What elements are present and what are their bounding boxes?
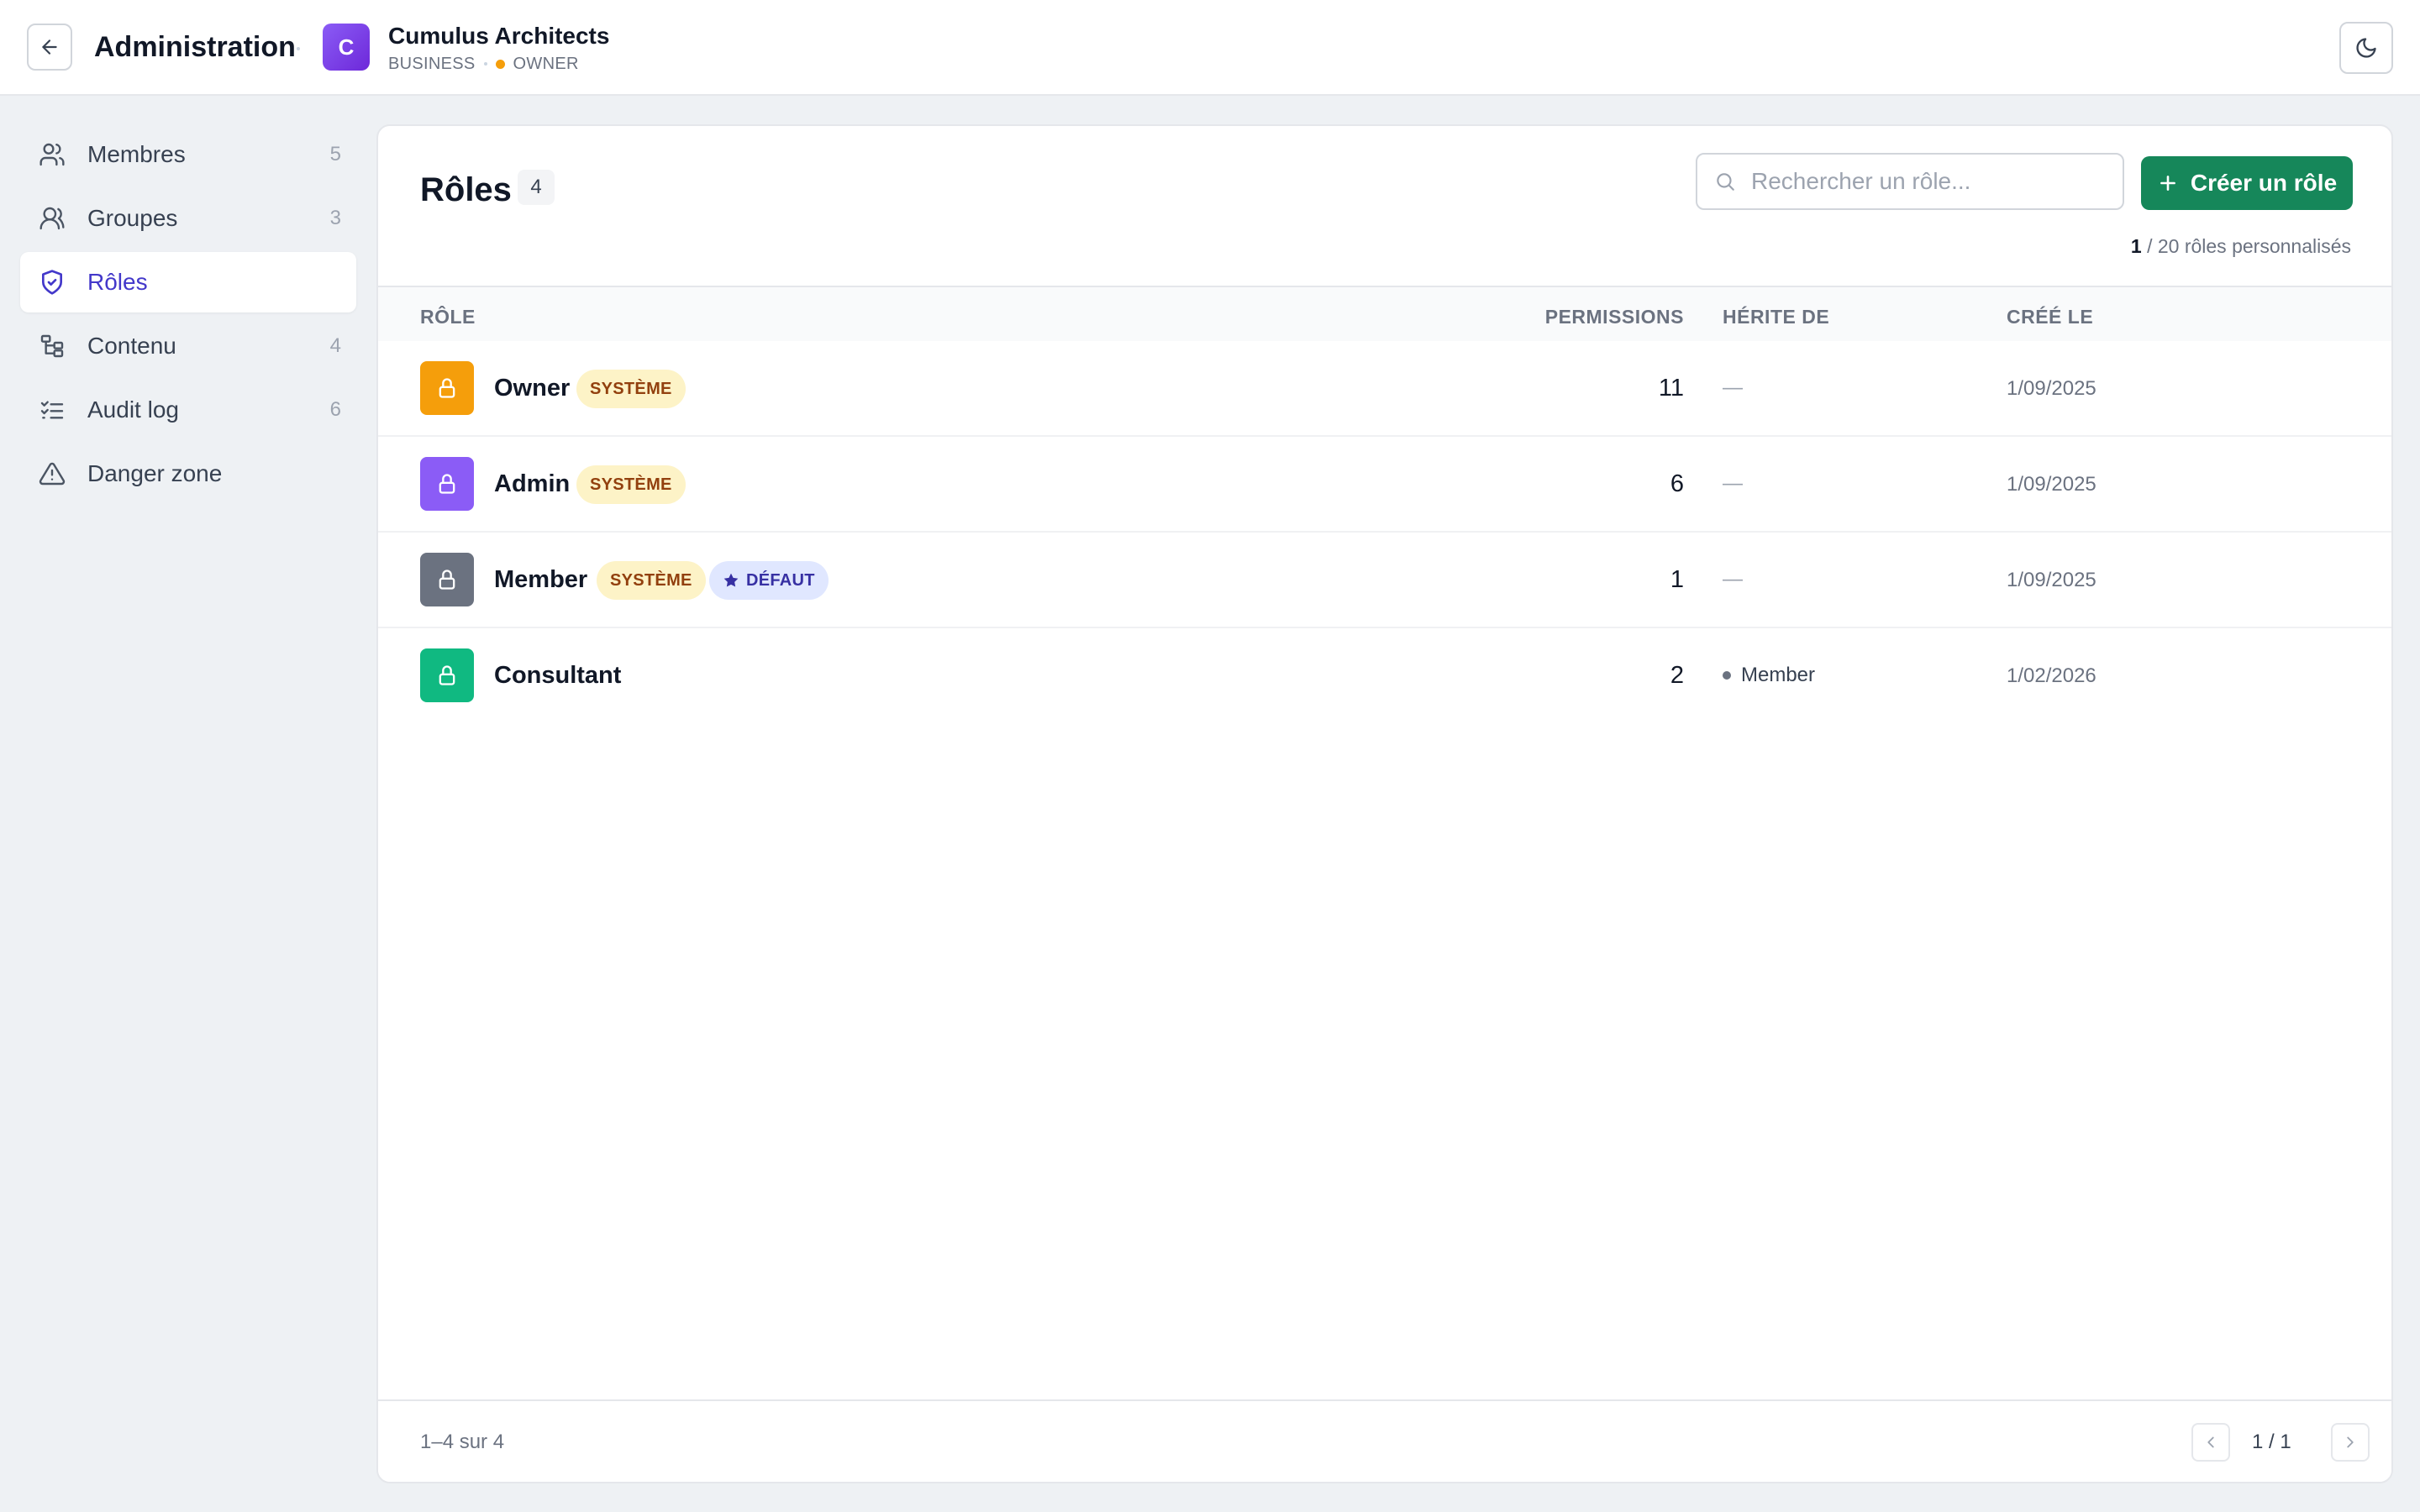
warning-icon	[37, 459, 67, 489]
plus-icon	[2160, 176, 2175, 191]
star-icon	[723, 573, 739, 587]
role-name[interactable]: Owner	[494, 373, 570, 403]
sidebar-item-danger-zone[interactable]: Danger zone	[20, 444, 356, 504]
quota-text: / 20 rôles personnalisés	[2141, 235, 2351, 257]
system-badge: SYSTÈME	[576, 465, 686, 504]
meta-separator	[483, 62, 487, 66]
section-title: Rôles	[420, 171, 512, 208]
checklist-icon	[37, 395, 67, 425]
system-badge: SYSTÈME	[597, 561, 706, 600]
sidebar: Membres 5 Groupes 3 Rôles Contenu 4 Audi…	[20, 124, 356, 507]
sidebar-item-audit-log[interactable]: Audit log 6	[20, 380, 356, 440]
system-badge: SYSTÈME	[576, 370, 686, 408]
permission-count: 1	[1670, 566, 1684, 593]
created-date: 1/09/2025	[2007, 569, 2096, 591]
table-row[interactable]: Owner SYSTÈME 11 — 1/09/2025	[378, 341, 2391, 437]
top-bar: Administration C Cumulus Architects BUSI…	[0, 0, 2420, 96]
moon-icon	[2356, 38, 2376, 58]
search-input[interactable]	[1751, 168, 2104, 195]
sidebar-item-label: Audit log	[87, 396, 179, 423]
role-lock-icon	[420, 553, 474, 606]
inherit-dot	[1723, 671, 1731, 680]
default-badge: DÉFAUT	[709, 561, 829, 600]
next-page-button[interactable]	[2331, 1423, 2370, 1462]
user-group-icon	[37, 203, 67, 234]
sidebar-item-label: Danger zone	[87, 460, 223, 486]
role-status-dot	[495, 59, 505, 69]
inherits-from: Member	[1723, 660, 1815, 690]
column-header-permissions[interactable]: PERMISSIONS	[1545, 306, 1684, 328]
sidebar-item-label: Groupes	[87, 205, 178, 231]
sidebar-item-label: Membres	[87, 141, 186, 167]
sidebar-item-count: 6	[329, 398, 341, 421]
quota-used: 1	[2130, 235, 2142, 257]
custom-roles-quota: 1 / 20 rôles personnalisés	[2131, 234, 2351, 259]
role-lock-icon	[420, 648, 474, 702]
page-indicator: 1 / 1	[2252, 1431, 2291, 1453]
default-badge-label: DÉFAUT	[746, 570, 815, 590]
role-name[interactable]: Member	[494, 564, 587, 595]
inherits-from: —	[1723, 472, 1743, 495]
sidebar-item-groupes[interactable]: Groupes 3	[20, 188, 356, 249]
org-meta: BUSINESS OWNER	[388, 54, 579, 74]
inherits-from: —	[1723, 376, 1743, 399]
roles-count-badge: 4	[518, 170, 555, 205]
table-footer: 1–4 sur 4 1 / 1	[378, 1399, 2391, 1482]
search-icon	[1717, 173, 1734, 191]
inherited-role[interactable]: Member	[1741, 660, 1815, 690]
role-name[interactable]: Consultant	[494, 660, 621, 690]
arrow-left-icon	[42, 39, 57, 55]
created-date: 1/09/2025	[2007, 473, 2096, 496]
created-date: 1/02/2026	[2007, 664, 2096, 687]
create-role-button[interactable]: Créer un rôle	[2141, 156, 2353, 210]
permission-count: 6	[1670, 470, 1684, 497]
tree-icon	[37, 331, 67, 361]
sidebar-item-contenu[interactable]: Contenu 4	[20, 316, 356, 376]
results-range: 1–4 sur 4	[420, 1431, 505, 1453]
sidebar-item-count: 5	[329, 143, 341, 165]
search-field[interactable]	[1696, 153, 2124, 210]
org-role: OWNER	[513, 55, 579, 73]
org-avatar: C	[323, 24, 370, 71]
created-date: 1/09/2025	[2007, 377, 2096, 400]
sidebar-item-label: Rôles	[87, 269, 148, 295]
shield-icon	[37, 267, 67, 297]
table-row[interactable]: Admin SYSTÈME 6 — 1/09/2025	[378, 437, 2391, 533]
role-lock-icon	[420, 361, 474, 415]
sidebar-item-count: 3	[329, 207, 341, 229]
column-header-created[interactable]: CRÉÉ LE	[2007, 306, 2093, 328]
column-header-inherits[interactable]: HÉRITE DE	[1723, 306, 1829, 328]
permission-count: 2	[1670, 662, 1684, 689]
previous-page-button[interactable]	[2191, 1423, 2230, 1462]
org-plan: BUSINESS	[388, 55, 476, 73]
users-icon	[37, 139, 67, 170]
roles-card: Rôles 4 Créer un rôle 1 / 20 rôles perso…	[376, 124, 2393, 1483]
table-row[interactable]: Consultant 2 Member 1/02/2026	[378, 628, 2391, 724]
theme-toggle-button[interactable]	[2339, 22, 2393, 74]
sidebar-item-label: Contenu	[87, 333, 176, 359]
role-lock-icon	[420, 457, 474, 511]
table-row[interactable]: Member SYSTÈME DÉFAUT 1 — 1/09/2025	[378, 533, 2391, 628]
back-button[interactable]	[27, 24, 72, 71]
chevron-right-icon	[2347, 1436, 2354, 1448]
org-name: Cumulus Architects	[388, 23, 610, 49]
role-name[interactable]: Admin	[494, 469, 570, 499]
sidebar-item-roles[interactable]: Rôles	[20, 252, 356, 312]
sidebar-item-membres[interactable]: Membres 5	[20, 124, 356, 185]
inherits-from: —	[1723, 568, 1743, 591]
create-role-label: Créer un rôle	[2190, 170, 2338, 196]
sidebar-item-count: 4	[329, 334, 341, 357]
title-separator	[297, 47, 300, 50]
permission-count: 11	[1658, 375, 1684, 402]
table-header: RÔLE PERMISSIONS HÉRITE DE CRÉÉ LE	[378, 286, 2391, 341]
chevron-left-icon	[2207, 1436, 2214, 1448]
column-header-role[interactable]: RÔLE	[420, 306, 476, 328]
page-title: Administration	[94, 31, 296, 63]
